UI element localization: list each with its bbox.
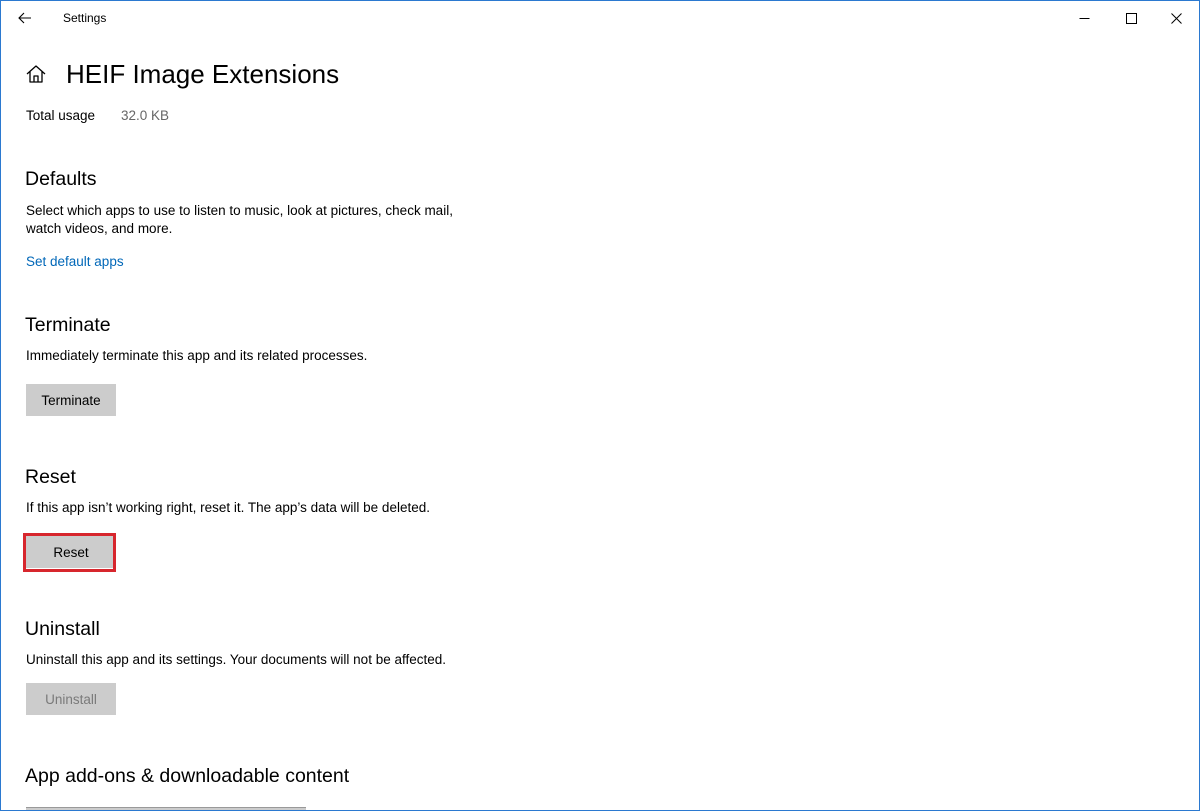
back-arrow-icon xyxy=(18,12,31,24)
uninstall-heading: Uninstall xyxy=(25,618,100,640)
home-icon[interactable] xyxy=(25,63,47,85)
addons-heading: App add-ons & downloadable content xyxy=(25,765,350,787)
minimize-button[interactable] xyxy=(1061,1,1107,35)
maximize-button[interactable] xyxy=(1108,1,1154,35)
close-icon xyxy=(1170,12,1182,24)
uninstall-description: Uninstall this app and its settings. You… xyxy=(26,652,447,667)
uninstall-button[interactable]: Uninstall xyxy=(26,683,116,715)
window-title: Settings xyxy=(63,11,107,25)
defaults-heading: Defaults xyxy=(25,168,97,190)
page-title: HEIF Image Extensions xyxy=(66,59,340,89)
terminate-description: Immediately terminate this app and its r… xyxy=(26,348,368,363)
maximize-icon xyxy=(1125,12,1137,24)
addons-search-field[interactable] xyxy=(26,807,306,810)
reset-button[interactable]: Reset xyxy=(26,536,116,568)
reset-heading: Reset xyxy=(25,466,76,488)
terminate-heading: Terminate xyxy=(25,314,111,336)
close-button[interactable] xyxy=(1153,1,1199,35)
total-usage-label: Total usage xyxy=(26,108,96,123)
title-bar: Settings xyxy=(1,1,1199,35)
minimize-icon xyxy=(1079,17,1089,19)
settings-window: Settings HEIF Image Extensions Total usa… xyxy=(0,0,1200,811)
back-button[interactable] xyxy=(9,3,41,33)
set-default-apps-link[interactable]: Set default apps xyxy=(26,254,124,269)
reset-description: If this app isn’t working right, reset i… xyxy=(26,500,430,515)
total-usage-value: 32.0 KB xyxy=(121,108,170,123)
defaults-description: Select which apps to use to listen to mu… xyxy=(26,203,453,236)
terminate-button[interactable]: Terminate xyxy=(26,384,116,416)
